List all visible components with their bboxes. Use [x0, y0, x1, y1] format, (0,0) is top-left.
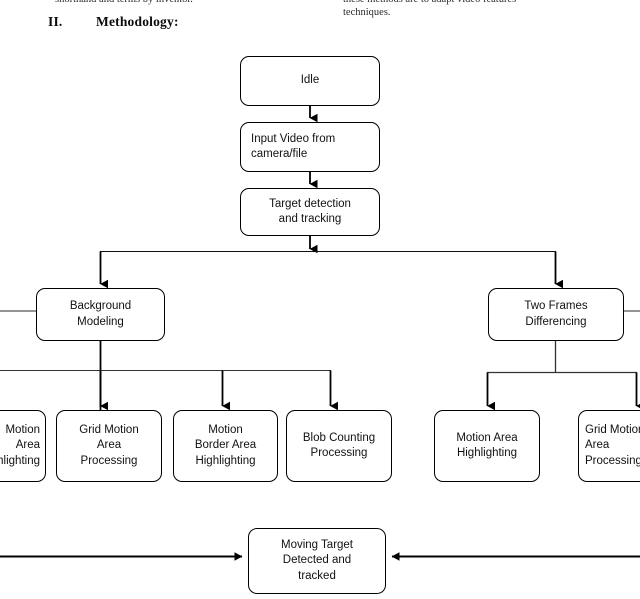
node-two-frames-differencing[interactable]: Two Frames Differencing — [488, 288, 624, 341]
node-tf-grid-motion-area-processing[interactable]: Grid Motion Area Processing — [578, 410, 640, 482]
node-tf-motion-area-highlighting[interactable]: Motion Area Highlighting — [434, 410, 540, 482]
node-background-modeling[interactable]: Background Modeling — [36, 288, 165, 341]
methodology-flowchart: Idle Input Video from camera/file Target… — [0, 0, 640, 599]
node-moving-target-result[interactable]: Moving Target Detected and tracked — [248, 528, 386, 594]
node-bg-grid-motion-area-processing[interactable]: Grid Motion Area Processing — [56, 410, 162, 482]
node-bg-blob-counting-processing[interactable]: Blob Counting Processing — [286, 410, 392, 482]
node-target-detection[interactable]: Target detection and tracking — [240, 188, 380, 236]
node-idle[interactable]: Idle — [240, 56, 380, 106]
node-input-video[interactable]: Input Video from camera/file — [240, 122, 380, 172]
node-bg-motion-border-area-highlighting[interactable]: Motion Border Area Highlighting — [173, 410, 278, 482]
node-bg-motion-area-highlighting[interactable]: Motion Area Highlighting — [0, 410, 46, 482]
